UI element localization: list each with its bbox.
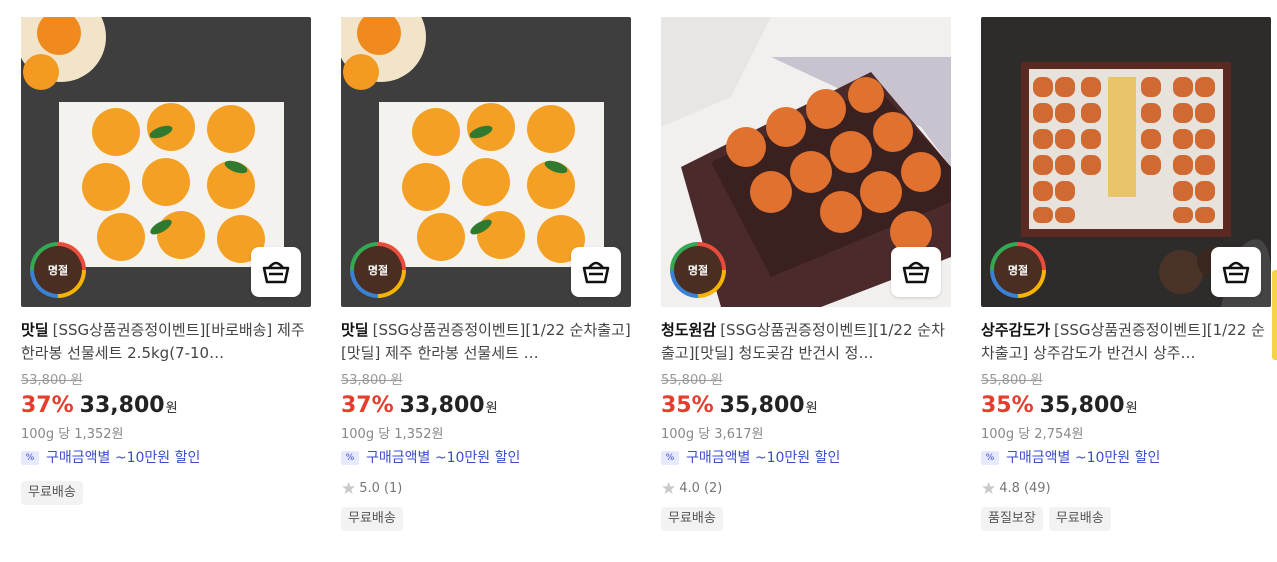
brand-name: 맛딜: [21, 321, 49, 339]
holiday-badge: 명절: [350, 242, 406, 298]
product-card[interactable]: 명절 상주감도가 [SSG상품권증정이벤트][1/22 순차출고] 상주감도가 반…: [981, 17, 1271, 531]
add-to-cart-button[interactable]: [251, 247, 301, 297]
basket-icon: [262, 261, 290, 284]
product-title[interactable]: 맛딜 [SSG상품권증정이벤트][1/22 순차출고][맛딜] 제주 한라봉 선물…: [341, 319, 631, 365]
product-card[interactable]: 명절 청도원감 [SSG상품권증정이벤트][1/22 순차출고][맛딜] 청도곶감…: [661, 17, 951, 531]
rating-score: 4.8: [999, 481, 1020, 496]
tag-free-shipping: 무료배송: [661, 507, 723, 531]
discount-percent-icon: %: [341, 451, 359, 465]
unit-price: 100g 당 1,352원: [21, 427, 124, 442]
review-count: (2): [703, 481, 723, 496]
tag-quality-guarantee: 품질보장: [981, 507, 1043, 531]
review-count: (1): [383, 481, 403, 496]
original-price: 55,800 원: [661, 373, 723, 388]
brand-name: 맛딜: [341, 321, 369, 339]
sale-price: 33,800: [399, 393, 485, 418]
coupon-label: 구매금액별 ~10만원 할인: [46, 450, 201, 466]
discount-percent-icon: %: [21, 451, 39, 465]
holiday-badge: 명절: [990, 242, 1046, 298]
unit-price: 100g 당 1,352원: [341, 427, 444, 442]
holiday-badge-label: 명절: [674, 246, 722, 294]
currency-label: 원: [485, 401, 498, 416]
coupon-link[interactable]: % 구매금액별 ~10만원 할인: [341, 447, 631, 469]
currency-label: 원: [165, 401, 178, 416]
product-title[interactable]: 상주감도가 [SSG상품권증정이벤트][1/22 순차출고] 상주감도가 반건시 …: [981, 319, 1271, 365]
holiday-badge-label: 명절: [34, 246, 82, 294]
basket-icon: [1222, 261, 1250, 284]
product-grid: 명절 맛딜 [SSG상품권증정이벤트][바로배송] 제주 한라봉 선물세트 2.5…: [0, 0, 1277, 562]
tag-list: 품질보장 무료배송: [981, 507, 1271, 531]
coupon-link[interactable]: % 구매금액별 ~10만원 할인: [21, 447, 311, 469]
star-icon: ★: [341, 479, 357, 499]
coupon-label: 구매금액별 ~10만원 할인: [686, 450, 841, 466]
coupon-label: 구매금액별 ~10만원 할인: [1006, 450, 1161, 466]
star-icon: ★: [661, 479, 677, 499]
coupon-label: 구매금액별 ~10만원 할인: [366, 450, 521, 466]
product-title[interactable]: 청도원감 [SSG상품권증정이벤트][1/22 순차출고][맛딜] 청도곶감 반건…: [661, 319, 951, 365]
original-price: 55,800 원: [981, 373, 1043, 388]
rating[interactable]: ★ 5.0 (1): [341, 479, 631, 499]
currency-label: 원: [1125, 401, 1138, 416]
review-count: (49): [1023, 481, 1051, 496]
tag-free-shipping: 무료배송: [1048, 507, 1111, 531]
coupon-link[interactable]: % 구매금액별 ~10만원 할인: [661, 447, 951, 469]
currency-label: 원: [805, 401, 818, 416]
coupon-link[interactable]: % 구매금액별 ~10만원 할인: [981, 447, 1271, 469]
add-to-cart-button[interactable]: [571, 247, 621, 297]
product-image[interactable]: 명절: [981, 17, 1271, 307]
unit-price: 100g 당 2,754원: [981, 427, 1084, 442]
tag-list: 무료배송: [21, 481, 311, 505]
product-name: [SSG상품권증정이벤트][바로배송] 제주 한라봉 선물세트 2.5kg(7-…: [21, 321, 305, 362]
discount-rate: 37%: [21, 393, 74, 418]
product-image[interactable]: 명절: [21, 17, 311, 307]
add-to-cart-button[interactable]: [1211, 247, 1261, 297]
original-price: 53,800 원: [341, 373, 403, 388]
side-panel-handle[interactable]: [1272, 270, 1277, 360]
unit-price: 100g 당 3,617원: [661, 427, 764, 442]
rating[interactable]: ★ 4.8 (49): [981, 479, 1271, 499]
sale-price: 33,800: [79, 393, 165, 418]
price-row: 37% 33,800 원: [21, 392, 311, 423]
discount-percent-icon: %: [981, 451, 999, 465]
brand-name: 상주감도가: [981, 321, 1051, 339]
brand-name: 청도원감: [661, 321, 717, 339]
price-row: 35% 35,800 원: [981, 392, 1271, 423]
rating-score: 5.0: [359, 481, 380, 496]
original-price: 53,800 원: [21, 373, 83, 388]
product-image[interactable]: 명절: [661, 17, 951, 307]
star-icon: ★: [981, 479, 997, 499]
discount-rate: 35%: [661, 393, 714, 418]
tag-list: 무료배송: [661, 507, 951, 531]
holiday-badge-label: 명절: [354, 246, 402, 294]
product-title[interactable]: 맛딜 [SSG상품권증정이벤트][바로배송] 제주 한라봉 선물세트 2.5kg(…: [21, 319, 311, 365]
sale-price: 35,800: [1039, 393, 1125, 418]
discount-rate: 35%: [981, 393, 1034, 418]
holiday-badge: 명절: [30, 242, 86, 298]
product-card[interactable]: 명절 맛딜 [SSG상품권증정이벤트][1/22 순차출고][맛딜] 제주 한라봉…: [341, 17, 631, 531]
product-card[interactable]: 명절 맛딜 [SSG상품권증정이벤트][바로배송] 제주 한라봉 선물세트 2.5…: [21, 17, 311, 505]
rating[interactable]: ★ 4.0 (2): [661, 479, 951, 499]
tag-free-shipping: 무료배송: [21, 481, 83, 505]
add-to-cart-button[interactable]: [891, 247, 941, 297]
holiday-badge-label: 명절: [994, 246, 1042, 294]
sale-price: 35,800: [719, 393, 805, 418]
discount-rate: 37%: [341, 393, 394, 418]
basket-icon: [582, 261, 610, 284]
holiday-badge: 명절: [670, 242, 726, 298]
tag-free-shipping: 무료배송: [341, 507, 403, 531]
product-image[interactable]: 명절: [341, 17, 631, 307]
price-row: 37% 33,800 원: [341, 392, 631, 423]
rating-score: 4.0: [679, 481, 700, 496]
price-row: 35% 35,800 원: [661, 392, 951, 423]
tag-list: 무료배송: [341, 507, 631, 531]
discount-percent-icon: %: [661, 451, 679, 465]
product-name: [SSG상품권증정이벤트][1/22 순차출고][맛딜] 제주 한라봉 선물세트…: [341, 321, 631, 362]
basket-icon: [902, 261, 930, 284]
